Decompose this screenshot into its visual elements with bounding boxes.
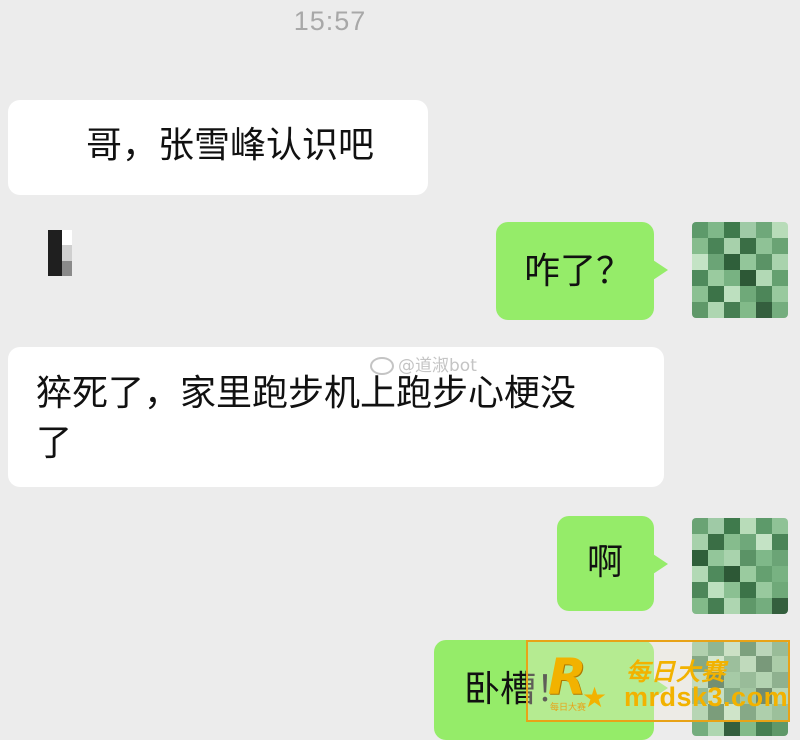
site-logo-letter: R (548, 648, 587, 706)
message-bubble-outgoing[interactable]: 啊 (557, 516, 668, 611)
message-text: 咋了？ (524, 251, 633, 292)
site-url: mrdsk3.com (624, 682, 789, 712)
self-avatar-icon[interactable] (692, 518, 788, 614)
site-logo-subtext: 每日大赛 (550, 703, 587, 713)
self-avatar-icon[interactable] (692, 222, 788, 318)
site-watermark: R ★ 每日大赛 每日大赛 mrdsk3.com (526, 640, 790, 722)
message-text-line: 猝死了，家里跑步机上跑步心梗没 (36, 373, 577, 414)
message-text: 啊 (587, 542, 624, 583)
message-text: 哥，张雪峰认识吧 (86, 125, 375, 166)
weibo-icon (370, 357, 394, 375)
message-text-line: 了 (36, 423, 73, 464)
weibo-watermark: @道淑bot (370, 351, 477, 376)
contact-avatar-icon (48, 230, 72, 276)
message-bubble-incoming[interactable]: 猝死了，家里跑步机上跑步心梗没 了 (8, 347, 664, 487)
chat-timestamp: 15:57 (293, 6, 367, 36)
message-bubble-outgoing[interactable]: 咋了？ (496, 222, 668, 320)
message-bubble-incoming[interactable]: 哥，张雪峰认识吧 (8, 100, 428, 276)
